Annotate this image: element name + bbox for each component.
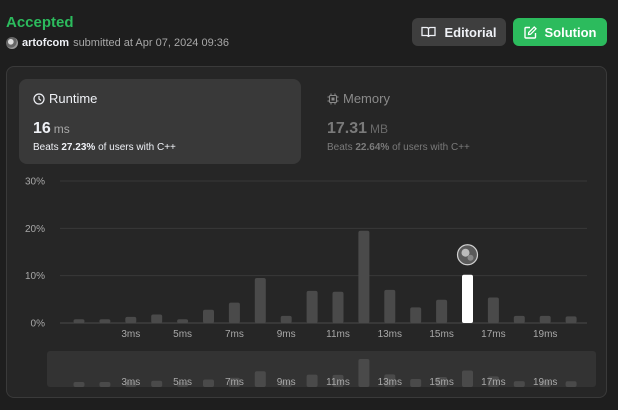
range-selector-tick-label: 7ms <box>225 377 244 388</box>
range-selector-bar <box>410 378 422 387</box>
range-selector-tick-label: 19ms <box>533 377 557 388</box>
range-selector-tick-label: 15ms <box>429 377 453 388</box>
chart-bar[interactable] <box>410 307 422 323</box>
chart-bar[interactable] <box>254 278 266 323</box>
chart-bar[interactable] <box>151 314 163 323</box>
chart-bar[interactable] <box>487 297 499 323</box>
range-selector-bar <box>151 380 163 387</box>
y-tick-label: 0% <box>31 319 46 330</box>
chart-bar[interactable] <box>384 289 396 323</box>
x-tick-label: 9ms <box>277 329 296 340</box>
edit-icon <box>523 25 537 39</box>
range-selector-bar <box>358 359 370 387</box>
range-selector-bar <box>565 381 577 387</box>
solution-button[interactable]: Solution <box>513 18 607 46</box>
editorial-label: Editorial <box>444 24 497 40</box>
avatar[interactable] <box>6 37 18 49</box>
range-selector-tick-label: 17ms <box>481 377 505 388</box>
range-selector-bar <box>306 374 318 387</box>
chart-bar[interactable] <box>565 316 577 323</box>
chart-bar[interactable] <box>358 230 370 323</box>
chart-bar[interactable] <box>332 291 344 323</box>
chart-bar[interactable] <box>99 319 111 323</box>
performance-panel: Runtime 16 ms Beats 27.23% of users with … <box>6 66 607 398</box>
chart-bar[interactable] <box>306 290 318 323</box>
highlighted-bar[interactable] <box>462 274 473 323</box>
x-tick-label: 13ms <box>378 329 402 340</box>
user-avatar-marker <box>456 244 479 266</box>
range-selector-bar <box>462 370 473 387</box>
range-selector-tick-label: 13ms <box>378 377 402 388</box>
username-link[interactable]: artofcom <box>22 37 69 49</box>
chart-bar[interactable] <box>280 315 292 323</box>
x-tick-label: 11ms <box>326 329 350 340</box>
chart-bar[interactable] <box>177 319 189 323</box>
runtime-distribution-chart[interactable]: 0% 10% 20% 30% 3ms 5ms 7ms 9ms 11ms 13ms 15ms 17ms 1… <box>7 67 606 397</box>
submission-status: Accepted <box>6 14 74 31</box>
chart-bar[interactable] <box>513 315 525 323</box>
chart-bar[interactable] <box>539 315 551 323</box>
y-tick-label: 20% <box>25 224 45 235</box>
submission-info: artofcom submitted at Apr 07, 2024 09:36 <box>6 37 229 49</box>
range-selector-tick-label: 3ms <box>121 377 140 388</box>
range-selector-tick-label: 9ms <box>277 377 296 388</box>
x-tick-label: 19ms <box>533 329 557 340</box>
y-tick-label: 10% <box>25 271 45 282</box>
chart-bar[interactable] <box>73 319 85 323</box>
submitted-time: submitted at Apr 07, 2024 09:36 <box>73 37 230 49</box>
chart-bar[interactable] <box>125 316 137 323</box>
range-selector-tick-label: 11ms <box>326 377 350 388</box>
chart-bar[interactable] <box>203 309 214 323</box>
range-selector-bar <box>73 382 85 387</box>
editorial-button[interactable]: Editorial <box>412 18 506 46</box>
y-tick-label: 30% <box>25 177 45 188</box>
range-selector-bar <box>254 371 266 387</box>
book-icon <box>421 26 437 38</box>
chart-bar[interactable] <box>228 302 240 323</box>
x-tick-label: 7ms <box>225 329 244 340</box>
range-selector-bar <box>513 381 525 387</box>
range-selector-bar <box>203 379 214 387</box>
x-tick-label: 15ms <box>429 329 453 340</box>
x-tick-label: 3ms <box>121 329 140 340</box>
solution-label: Solution <box>544 24 597 40</box>
x-tick-label: 5ms <box>173 329 192 340</box>
range-selector-bar <box>99 382 111 387</box>
range-selector-tick-label: 5ms <box>173 377 192 388</box>
x-tick-label: 17ms <box>481 329 505 340</box>
chart-bar[interactable] <box>436 299 448 323</box>
